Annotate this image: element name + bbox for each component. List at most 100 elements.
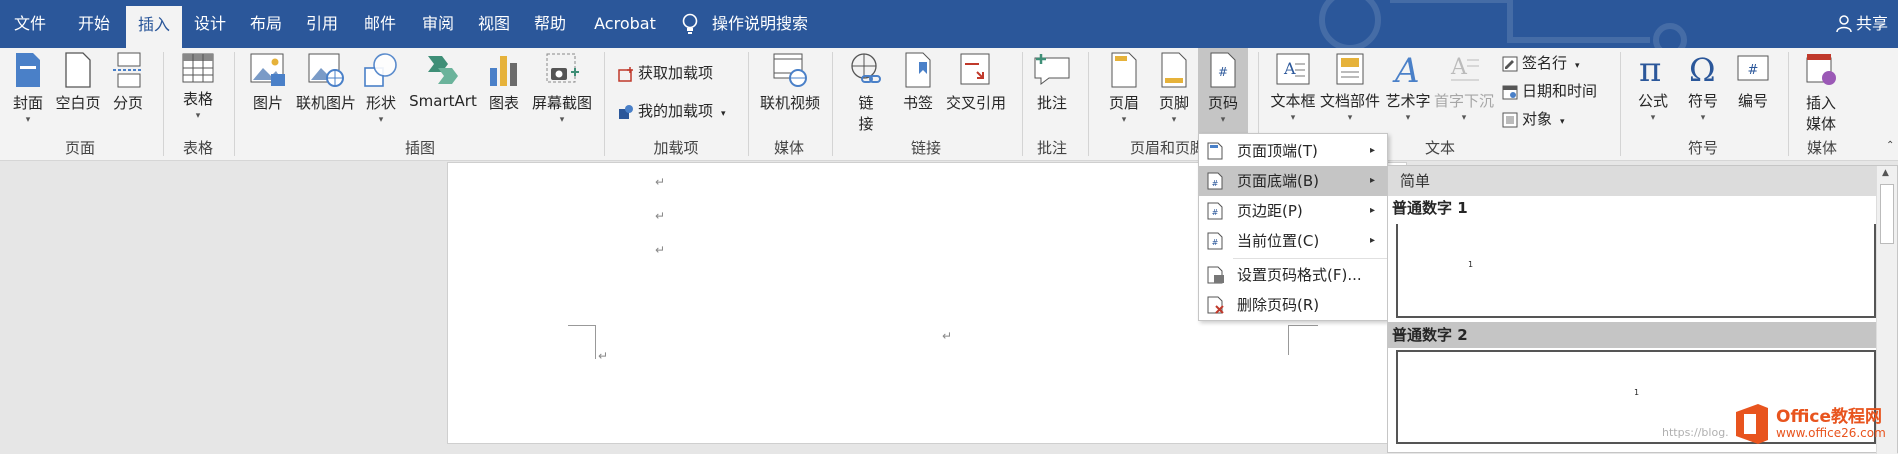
tab-insert[interactable]: 插入 [126, 6, 182, 48]
menu-item-remove-page-numbers[interactable]: 删除页码(R) [1199, 290, 1387, 320]
chart-button[interactable]: 图表 [484, 52, 524, 113]
tab-acrobat[interactable]: Acrobat [584, 0, 666, 48]
signature-icon [1502, 56, 1518, 71]
online-video-button[interactable]: 联机视频 [758, 52, 822, 113]
table-group-label: 表格 [182, 139, 213, 157]
object-icon [1502, 112, 1518, 127]
header-button[interactable]: 页眉 ▾ [1104, 52, 1144, 125]
paragraph-mark: ↵ [655, 175, 666, 189]
online-picture-button[interactable]: 联机图片 [294, 52, 358, 113]
symbol-button[interactable]: Ω 符号 ▾ [1680, 50, 1726, 123]
drop-cap-button[interactable]: A 首字下沉 ▾ [1434, 52, 1494, 123]
date-time-button[interactable]: 日期和时间 [1502, 80, 1597, 101]
wordart-label: 艺术字 [1385, 92, 1431, 110]
submenu-arrow-icon: ▸ [1369, 235, 1375, 246]
textbox-icon: A [1276, 53, 1310, 85]
tab-help[interactable]: 帮助 [522, 0, 578, 48]
quick-parts-button[interactable]: 文档部件 ▾ [1320, 52, 1380, 123]
menu-item-current-position[interactable]: # 当前位置(C) ▸ [1199, 226, 1387, 256]
wordart-button[interactable]: A 艺术字 ▾ [1384, 52, 1432, 123]
screenshot-button[interactable]: 屏幕截图 ▾ [530, 52, 594, 125]
scrollbar-thumb[interactable] [1880, 184, 1894, 244]
shapes-label: 形状 [365, 94, 396, 112]
tell-me-search[interactable]: 操作说明搜索 [680, 0, 830, 48]
tab-home[interactable]: 开始 [66, 0, 122, 48]
scroll-up-icon[interactable]: ▲ [1882, 168, 1889, 178]
blank-page-button[interactable]: 空白页 [54, 52, 102, 113]
tab-design[interactable]: 设计 [182, 0, 238, 48]
margin-corner-mark [568, 325, 596, 359]
menu-item-bottom-of-page[interactable]: # 页面底端(B) ▸ [1199, 166, 1387, 196]
svg-text:π: π [1639, 50, 1661, 86]
cross-reference-label: 交叉引用 [945, 94, 1006, 112]
tab-mailings[interactable]: 邮件 [352, 0, 408, 48]
comment-button[interactable]: 批注 [1032, 52, 1072, 113]
get-addins-button[interactable]: 获取加载项 [618, 62, 713, 83]
menu-item-page-margins[interactable]: # 页边距(P) ▸ [1199, 196, 1387, 226]
share-label: 共享 [1856, 14, 1889, 33]
group-separator [1088, 52, 1089, 156]
chevron-down-icon: ▾ [721, 109, 726, 119]
svg-text:#: # [1748, 63, 1759, 78]
cover-page-label: 封面 [12, 94, 43, 112]
group-separator [1788, 52, 1789, 156]
smartart-button[interactable]: SmartArt [408, 52, 478, 110]
number-button[interactable]: # 编号 [1730, 52, 1776, 111]
footer-button[interactable]: 页脚 ▾ [1154, 52, 1194, 125]
page-margins-icon: # [1207, 202, 1223, 220]
bookmark-button[interactable]: 书签 [898, 52, 938, 113]
submenu-arrow-icon: ▸ [1369, 175, 1375, 186]
chevron-down-icon: ▾ [1290, 113, 1296, 123]
smartart-label: SmartArt [409, 92, 477, 110]
quick-parts-icon [1336, 53, 1364, 85]
tab-view[interactable]: 视图 [466, 0, 522, 48]
quick-parts-label: 文档部件 [1320, 92, 1381, 110]
tab-references[interactable]: 引用 [294, 0, 350, 48]
menu-item-top-of-page[interactable]: 页面顶端(T) ▸ [1199, 136, 1387, 166]
group-separator [1022, 52, 1023, 156]
collapse-ribbon-icon[interactable]: ⌃ [1886, 140, 1894, 151]
remove-page-numbers-icon [1207, 296, 1224, 314]
shapes-button[interactable]: 形状 ▾ [362, 52, 400, 125]
header-label: 页眉 [1108, 94, 1139, 112]
table-icon [182, 53, 214, 83]
submenu-arrow-icon: ▸ [1369, 205, 1375, 216]
link-label-bottom: 接 [858, 115, 874, 133]
paragraph-mark: ↵ [655, 243, 666, 257]
cover-page-button[interactable]: 封面 ▾ [10, 52, 46, 125]
cross-reference-button[interactable]: 交叉引用 [944, 52, 1008, 113]
tab-file[interactable]: 文件 [0, 0, 60, 48]
menu-item-label: 页面顶端(T) [1237, 142, 1318, 160]
table-button[interactable]: 表格 ▾ [178, 52, 218, 121]
media-group-label: 媒体 [773, 139, 804, 157]
tab-layout[interactable]: 布局 [238, 0, 294, 48]
page-break-button[interactable]: 分页 [110, 52, 146, 113]
share-button[interactable]: 共享 [1836, 0, 1896, 48]
current-position-icon: # [1207, 232, 1223, 250]
tab-review[interactable]: 审阅 [410, 0, 466, 48]
page-number-menu: 页面顶端(T) ▸ # 页面底端(B) ▸ # 页边距(P) ▸ # 当前位置(C) ▸… [1198, 133, 1388, 321]
menu-item-format-page-numbers[interactable]: 设置页码格式(F)... [1199, 260, 1387, 290]
watermark: https://blog. Office教程网 www.office26.com [1662, 398, 1898, 453]
embed-media-button[interactable]: 插入 媒体 [1796, 52, 1846, 134]
signature-line-button[interactable]: 签名行 ▾ [1502, 52, 1580, 73]
chevron-down-icon: ▾ [1560, 117, 1565, 127]
picture-button[interactable]: 图片 [246, 52, 290, 113]
drop-cap-label: 首字下沉 [1434, 92, 1495, 110]
menu-item-label: 页面底端(B) [1237, 172, 1319, 190]
object-button[interactable]: 对象 ▾ [1502, 108, 1565, 129]
page-number-button[interactable]: # 页码 ▾ [1198, 48, 1248, 134]
link-button[interactable]: 链 接 [846, 52, 886, 134]
gallery-item-title: 普通数字 2 [1392, 326, 1468, 344]
picture-label: 图片 [252, 94, 283, 112]
pages-group-label: 页面 [64, 139, 95, 157]
textbox-button[interactable]: A 文本框 ▾ [1268, 52, 1318, 123]
paragraph-mark: ↵ [598, 349, 609, 363]
signature-label: 签名行 [1522, 54, 1568, 72]
page-number-icon: # [1210, 52, 1236, 88]
my-addins-button[interactable]: 我的加载项 ▾ [618, 100, 726, 121]
equation-button[interactable]: π 公式 ▾ [1628, 50, 1678, 123]
gallery-item-plain-number-1[interactable]: 1 [1396, 224, 1876, 318]
group-separator [748, 52, 749, 156]
group-separator [604, 52, 605, 156]
